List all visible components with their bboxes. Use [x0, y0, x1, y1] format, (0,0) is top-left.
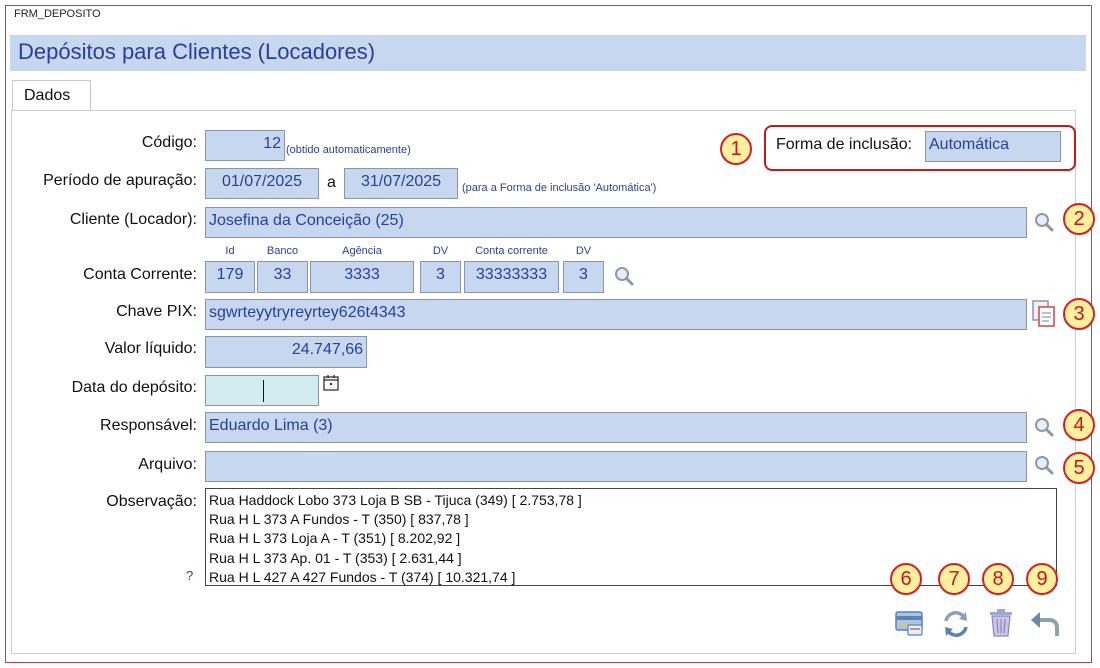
- observacao-line: Rua H L 373 Ap. 01 - T (353) [ 2.631,44 …: [209, 549, 462, 566]
- clipboard-copy-icon[interactable]: [1031, 299, 1057, 329]
- valor-label: Valor líquido:: [104, 340, 197, 357]
- badge-6: 6: [890, 563, 922, 595]
- undo-icon[interactable]: [1028, 608, 1060, 640]
- pix-field[interactable]: sgwrteyytryreyrtey626t4343: [205, 299, 1027, 330]
- observacao-label: Observação:: [106, 493, 197, 510]
- observacao-line: Rua H L 373 Loja A - T (351) [ 8.202,92 …: [209, 530, 461, 547]
- valor-field[interactable]: 24.747,66: [205, 336, 367, 368]
- conta-header-agencia: Agência: [342, 245, 382, 257]
- badge-9: 9: [1026, 563, 1058, 595]
- conta-label: Conta Corrente:: [83, 266, 197, 283]
- badge-4: 4: [1063, 409, 1095, 441]
- data-deposito-label: Data do depósito:: [71, 379, 197, 396]
- help-link[interactable]: ?: [186, 568, 193, 583]
- cliente-field[interactable]: Josefina da Conceição (25): [205, 207, 1027, 238]
- conta-banco-field[interactable]: 33: [257, 261, 308, 293]
- pix-label: Chave PIX:: [116, 303, 197, 320]
- text-cursor: [263, 380, 264, 402]
- forma-label: Forma de inclusão:: [776, 136, 913, 153]
- conta-agencia-field[interactable]: 3333: [310, 261, 414, 293]
- responsavel-label: Responsável:: [100, 417, 197, 434]
- cliente-search-icon[interactable]: [1032, 210, 1056, 234]
- forma-field[interactable]: Automática: [925, 131, 1061, 162]
- responsavel-search-icon[interactable]: [1032, 415, 1056, 439]
- page-title: Depósitos para Clientes (Locadores): [18, 39, 376, 64]
- conta-id-field[interactable]: 179: [205, 261, 255, 293]
- tab-dados[interactable]: Dados: [12, 80, 91, 111]
- conta-numero-field[interactable]: 33333333: [464, 261, 559, 293]
- codigo-field[interactable]: 12: [205, 130, 285, 161]
- arquivo-label: Arquivo:: [138, 456, 197, 473]
- periodo-from-field[interactable]: 01/07/2025: [205, 168, 319, 199]
- observacao-line: Rua H L 427 A 427 Fundos - T (374) [ 10.…: [209, 568, 516, 585]
- conta-dv2-field[interactable]: 3: [563, 261, 604, 293]
- conta-header-dv2: DV: [575, 245, 592, 257]
- periodo-sep: a: [327, 174, 336, 191]
- conta-dv-field[interactable]: 3: [420, 261, 461, 293]
- refresh-icon[interactable]: [940, 608, 972, 640]
- arquivo-search-icon[interactable]: [1032, 453, 1056, 477]
- cliente-label: Cliente (Locador):: [69, 211, 197, 228]
- periodo-note: (para a Forma de inclusão 'Automática'): [462, 182, 657, 194]
- conta-header-conta: Conta corrente: [475, 245, 548, 257]
- data-deposito-field[interactable]: [205, 375, 319, 406]
- badge-2: 2: [1063, 203, 1095, 235]
- conta-header-dv: DV: [432, 245, 449, 257]
- conta-header-banco: Banco: [266, 245, 299, 257]
- periodo-label: Período de apuração:: [43, 172, 197, 189]
- observacao-textarea[interactable]: Rua Haddock Lobo 373 Loja B SB - Tijuca …: [205, 488, 1057, 586]
- badge-8: 8: [982, 563, 1014, 595]
- calendar-icon[interactable]: [322, 374, 340, 392]
- codigo-label: Código:: [141, 134, 197, 151]
- window-title: FRM_DEPOSITO: [14, 8, 101, 20]
- badge-3: 3: [1063, 298, 1095, 330]
- observacao-line: Rua H L 373 A Fundos - T (350) [ 837,78 …: [209, 511, 469, 528]
- responsavel-field[interactable]: Eduardo Lima (3): [205, 412, 1027, 443]
- arquivo-field[interactable]: [205, 451, 1027, 482]
- trash-icon[interactable]: [985, 607, 1017, 639]
- header-bar: Depósitos para Clientes (Locadores): [10, 35, 1086, 71]
- observacao-line: Rua Haddock Lobo 373 Loja B SB - Tijuca …: [209, 492, 582, 508]
- payment-card-icon[interactable]: [894, 607, 926, 639]
- codigo-note: (obtido automaticamente): [286, 144, 411, 156]
- conta-search-icon[interactable]: [612, 264, 636, 288]
- badge-1: 1: [720, 133, 752, 165]
- periodo-to-field[interactable]: 31/07/2025: [344, 168, 458, 199]
- badge-7: 7: [938, 563, 970, 595]
- badge-5: 5: [1063, 452, 1095, 484]
- conta-header-id: Id: [225, 245, 235, 257]
